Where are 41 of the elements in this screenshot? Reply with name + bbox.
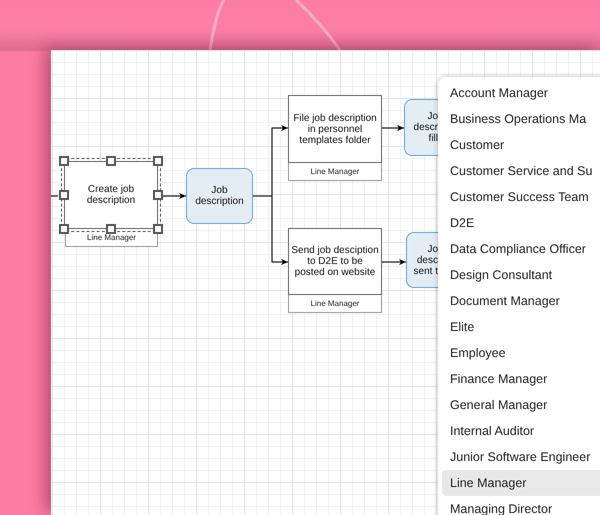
- menu-item[interactable]: Line Manager: [442, 470, 600, 496]
- process-box[interactable]: Create job description: [64, 161, 158, 229]
- menu-item[interactable]: Data Compliance Officer: [442, 236, 600, 262]
- resize-handle[interactable]: [153, 224, 163, 234]
- process-box[interactable]: File job description in personnel templates folder: [288, 95, 382, 163]
- menu-item[interactable]: Document Manager: [442, 288, 600, 314]
- data-node[interactable]: Jo desc sent t: [406, 232, 438, 288]
- node-label: Jo desc sent t: [414, 244, 438, 276]
- menu-item[interactable]: Account Manager: [442, 80, 600, 106]
- menu-item[interactable]: D2E: [442, 210, 600, 236]
- node-label: Job description: [195, 185, 244, 207]
- menu-item[interactable]: Customer Service and Su: [442, 158, 600, 184]
- menu-item[interactable]: Business Operations Ma: [442, 106, 600, 132]
- lane-label: Line Manager: [288, 295, 382, 313]
- resize-handle[interactable]: [59, 156, 69, 166]
- menu-item[interactable]: Internal Auditor: [442, 418, 600, 444]
- data-node[interactable]: Jo descr fill: [404, 99, 438, 156]
- data-node[interactable]: Job description: [186, 168, 253, 224]
- menu-item[interactable]: Customer: [442, 132, 600, 158]
- menu-item[interactable]: Finance Manager: [442, 366, 600, 392]
- resize-handle[interactable]: [59, 190, 69, 200]
- node-label: Jo descr fill: [414, 111, 438, 144]
- resize-handle[interactable]: [59, 224, 69, 234]
- resize-handle[interactable]: [106, 224, 116, 234]
- menu-item[interactable]: Junior Software Engineer: [442, 444, 600, 470]
- connector-arrow: [382, 125, 404, 131]
- lane-label: Line Manager: [65, 229, 158, 247]
- menu-item[interactable]: Employee: [442, 340, 600, 366]
- resize-handle[interactable]: [106, 156, 116, 166]
- menu-item[interactable]: Customer Success Team: [442, 184, 600, 210]
- node-label: File job description in personnel templates folder: [293, 112, 377, 146]
- node-label: Create job description: [86, 184, 136, 206]
- resize-handle[interactable]: [153, 190, 163, 200]
- menu-item[interactable]: General Manager: [442, 392, 600, 418]
- node-label: Send job desciption to D2E to be posted on website: [291, 245, 379, 278]
- menu-item[interactable]: Elite: [442, 314, 600, 340]
- resize-handle[interactable]: [153, 156, 163, 166]
- connector-arrow: [382, 259, 406, 265]
- lane-label: Line Manager: [288, 163, 382, 181]
- process-box[interactable]: Send job desciption to D2E to be posted on website: [288, 228, 382, 295]
- menu-item[interactable]: Design Consultant: [442, 262, 600, 288]
